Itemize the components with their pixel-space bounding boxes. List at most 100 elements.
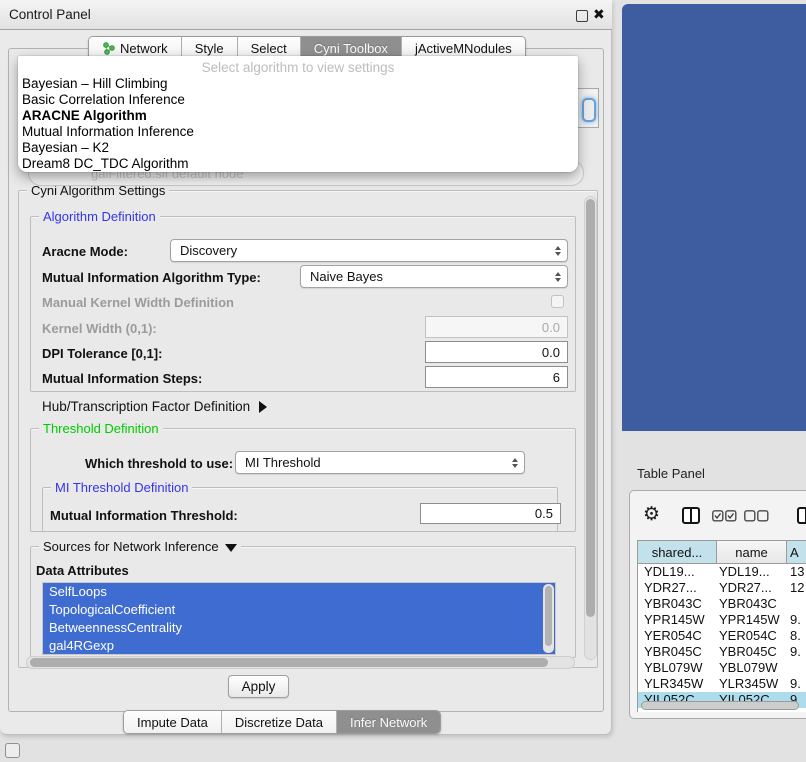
table-cell: 9. <box>787 644 806 660</box>
table-cell: 12 <box>787 580 806 596</box>
data-attribute-item[interactable]: BetweennessCentrality <box>43 619 555 637</box>
algorithm-dropdown-list: Bayesian – Hill ClimbingBasic Correlatio… <box>18 76 578 172</box>
table-gear-icon[interactable]: ⚙ <box>643 503 660 526</box>
dropdown-placeholder: Select algorithm to view settings <box>18 56 578 76</box>
table-row[interactable]: YDR27...YDR27...12 <box>638 580 806 596</box>
settings-hscrollbar[interactable] <box>26 656 575 669</box>
close-window-icon[interactable]: ✖ <box>593 6 605 23</box>
network-frame: GALGAL80GAL10GAL1GAL11GAL4SWI4GCY1HAP4YH… <box>622 4 806 431</box>
data-attribute-item[interactable]: TopologicalCoefficient <box>43 601 555 619</box>
table-cell: 9. <box>787 612 806 628</box>
expand-right-icon <box>259 401 267 413</box>
table-cell: YLR345W <box>638 676 717 692</box>
algorithm-definition-title: Algorithm Definition <box>39 209 160 224</box>
sources-group-title[interactable]: Sources for Network Inference <box>39 539 241 554</box>
table-cell: YER054C <box>717 628 787 644</box>
table-cell: YER054C <box>638 628 717 644</box>
mi-steps-field[interactable]: 6 <box>425 366 568 388</box>
desktop: Control Panel ✖ Network Style <box>0 0 806 762</box>
algorithm-option[interactable]: ARACNE Algorithm <box>18 108 578 124</box>
tab-label: Cyni Toolbox <box>314 41 388 56</box>
tab-impute-data[interactable]: Impute Data <box>124 711 222 733</box>
data-attribute-item[interactable]: SelfLoops <box>43 583 555 601</box>
table-checked-columns-icon[interactable] <box>712 510 737 522</box>
data-attributes-label: Data Attributes <box>36 563 129 578</box>
kernel-width-label: Kernel Width (0,1): <box>42 321 157 336</box>
table-cell: YPR145W <box>638 612 717 628</box>
algorithm-option[interactable]: Dream8 DC_TDC Algorithm <box>18 156 578 172</box>
col-header-shared[interactable]: shared... <box>638 541 717 564</box>
algorithm-option[interactable]: Mutual Information Inference <box>18 124 578 140</box>
table-unchecked-columns-icon[interactable] <box>744 510 769 522</box>
table-row[interactable]: YER054CYER054C8. <box>638 628 806 644</box>
table-cell <box>787 660 806 676</box>
manual-kernel-width-label: Manual Kernel Width Definition <box>42 295 234 310</box>
table-row[interactable]: YBL079WYBL079W <box>638 660 806 676</box>
scrollbar-thumb[interactable] <box>586 199 595 617</box>
scrollbar-thumb[interactable] <box>545 586 552 646</box>
tab-discretize-data[interactable]: Discretize Data <box>222 711 337 733</box>
table-hscrollbar[interactable] <box>638 700 806 712</box>
mi-threshold-definition-title: MI Threshold Definition <box>51 480 192 495</box>
table-cell <box>787 596 806 612</box>
which-threshold-combo[interactable]: MI Threshold <box>235 451 525 474</box>
table-cell: YBL079W <box>717 660 787 676</box>
tab-infer-network[interactable]: Infer Network <box>337 711 440 733</box>
algorithm-option[interactable]: Bayesian – Hill Climbing <box>18 76 578 92</box>
settings-vscrollbar[interactable] <box>584 196 597 660</box>
table-row[interactable]: YLR345WYLR345W9. <box>638 676 806 692</box>
bottom-tabbar: Impute Data Discretize Data Infer Networ… <box>123 710 441 734</box>
table-row[interactable]: YPR145WYPR145W9. <box>638 612 806 628</box>
mi-threshold-field[interactable]: 0.5 <box>420 503 561 524</box>
tab-label: Network <box>120 41 168 56</box>
algorithm-option[interactable]: Bayesian – K2 <box>18 140 578 156</box>
table-cell: YDR27... <box>717 580 787 596</box>
scrollbar-thumb[interactable] <box>30 658 548 667</box>
scrollbar-thumb[interactable] <box>641 701 799 710</box>
table-cell: YBR043C <box>717 596 787 612</box>
table-body: YDL19...YDL19...13YDR27...YDR27...12YBR0… <box>638 564 806 712</box>
float-window-icon[interactable] <box>576 10 588 22</box>
data-attribute-item[interactable]: gal4RGexp <box>43 637 555 655</box>
table-columns-icon[interactable] <box>682 507 700 524</box>
table-extra-icon[interactable] <box>797 507 806 524</box>
table-cell: YDL19... <box>717 564 787 580</box>
kernel-width-field[interactable]: 0.0 <box>425 316 568 338</box>
table-cell: YDR27... <box>638 580 717 596</box>
dpi-tolerance-label: DPI Tolerance [0,1]: <box>42 346 162 361</box>
algorithm-option[interactable]: Basic Correlation Inference <box>18 92 578 108</box>
mi-algorithm-type-value: Naive Bayes <box>310 269 383 284</box>
table-cell: YLR345W <box>717 676 787 692</box>
control-panel-title: Control Panel <box>9 7 91 22</box>
manual-kernel-checkbox[interactable] <box>551 295 564 308</box>
threshold-definition-title: Threshold Definition <box>39 421 163 436</box>
apply-button[interactable]: Apply <box>228 675 289 698</box>
table-cell: YPR145W <box>717 612 787 628</box>
data-attributes-list: SelfLoopsTopologicalCoefficientBetweenne… <box>42 582 556 655</box>
table-row[interactable]: YBR043CYBR043C <box>638 596 806 612</box>
focus-ring-stepper <box>582 98 596 122</box>
attr-items: SelfLoopsTopologicalCoefficientBetweenne… <box>43 583 555 655</box>
aracne-mode-combo[interactable]: Discovery <box>170 239 568 262</box>
table-row[interactable]: YBR045CYBR045C9. <box>638 644 806 660</box>
attr-list-scrollbar[interactable] <box>543 584 554 653</box>
table-cell: 8. <box>787 628 806 644</box>
hub-definition-row[interactable]: Hub/Transcription Factor Definition <box>42 399 267 414</box>
focused-combo-fragment[interactable] <box>577 88 599 128</box>
control-panel-window: Control Panel ✖ Network Style <box>0 0 612 735</box>
collapse-down-icon <box>225 544 237 552</box>
mi-threshold-label: Mutual Information Threshold: <box>50 508 238 523</box>
mi-algorithm-type-combo[interactable]: Naive Bayes <box>300 265 568 288</box>
aracne-mode-label: Aracne Mode: <box>42 244 128 259</box>
table-row[interactable]: YDL19...YDL19...13 <box>638 564 806 580</box>
stepper-icon <box>555 272 561 282</box>
mini-panel-icon[interactable] <box>5 743 20 758</box>
tab-label: Discretize Data <box>235 715 323 730</box>
sources-title-text: Sources for Network Inference <box>43 539 219 554</box>
dpi-tolerance-field[interactable]: 0.0 <box>425 341 568 363</box>
col-header-name[interactable]: name <box>717 541 787 564</box>
table-cell: YBR045C <box>638 644 717 660</box>
algorithm-dropdown: Select algorithm to view settings Bayesi… <box>18 56 578 172</box>
control-panel-titlebar: Control Panel ✖ <box>0 0 612 30</box>
col-header-3[interactable]: A <box>787 541 806 564</box>
